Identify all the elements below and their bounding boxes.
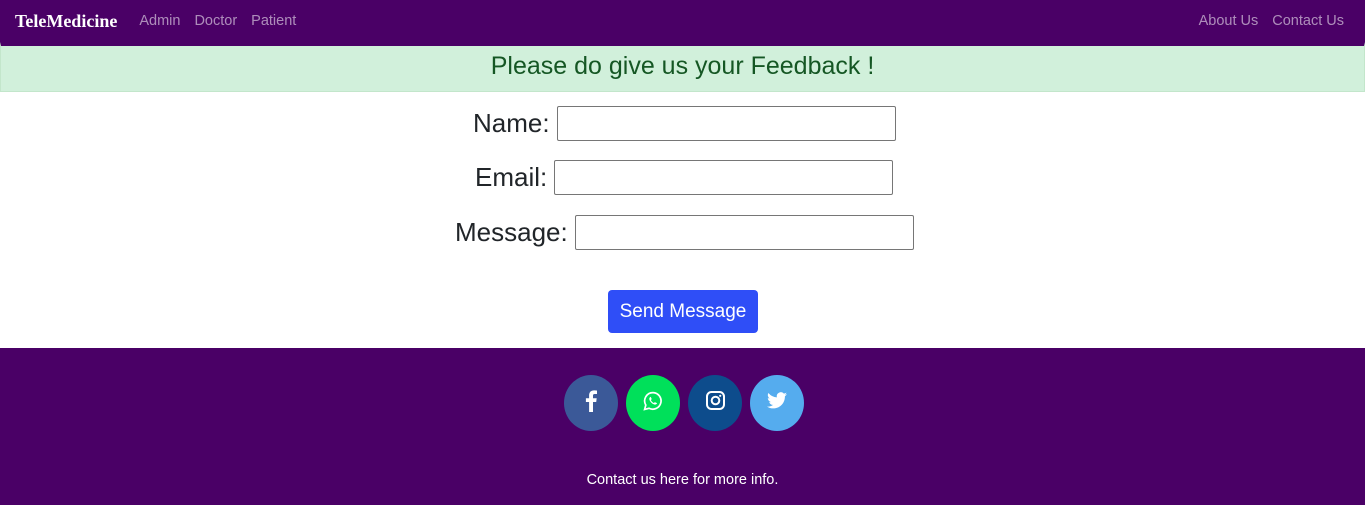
facebook-button[interactable] — [564, 375, 618, 431]
nav-link-patient[interactable]: Patient — [251, 13, 296, 29]
social-links — [564, 375, 804, 431]
nav-link-contact-us[interactable]: Contact Us — [1272, 13, 1344, 29]
message-row: Message: — [455, 215, 914, 250]
twitter-button[interactable] — [750, 375, 804, 431]
send-message-button[interactable]: Send Message — [608, 290, 758, 333]
nav-link-admin[interactable]: Admin — [139, 13, 180, 29]
nav-link-about-us[interactable]: About Us — [1199, 13, 1259, 29]
facebook-icon — [585, 389, 597, 417]
brand-link[interactable]: TeleMedicine — [15, 11, 117, 32]
feedback-alert: Please do give us your Feedback ! — [0, 42, 1365, 92]
nav-left: TeleMedicine Admin Doctor Patient — [15, 11, 310, 32]
message-label: Message: — [455, 217, 568, 247]
navbar: TeleMedicine Admin Doctor Patient About … — [0, 0, 1365, 42]
message-input[interactable] — [574, 215, 914, 250]
name-label: Name: — [473, 108, 550, 138]
nav-link-doctor[interactable]: Doctor — [194, 13, 237, 29]
email-input[interactable] — [554, 160, 894, 195]
instagram-icon — [705, 391, 725, 415]
alert-text: Please do give us your Feedback ! — [490, 52, 875, 80]
name-input[interactable] — [556, 106, 896, 141]
footer: Contact us here for more info. — [0, 348, 1365, 505]
email-label: Email: — [475, 162, 548, 192]
twitter-icon — [767, 392, 787, 414]
nav-right: About Us Contact Us — [1185, 13, 1350, 29]
email-row: Email: — [475, 160, 894, 195]
name-row: Name: — [473, 106, 896, 141]
footer-contact-text: Contact us here for more info. — [586, 472, 779, 488]
whatsapp-icon — [643, 391, 663, 416]
whatsapp-button[interactable] — [626, 375, 680, 431]
instagram-button[interactable] — [688, 375, 742, 431]
